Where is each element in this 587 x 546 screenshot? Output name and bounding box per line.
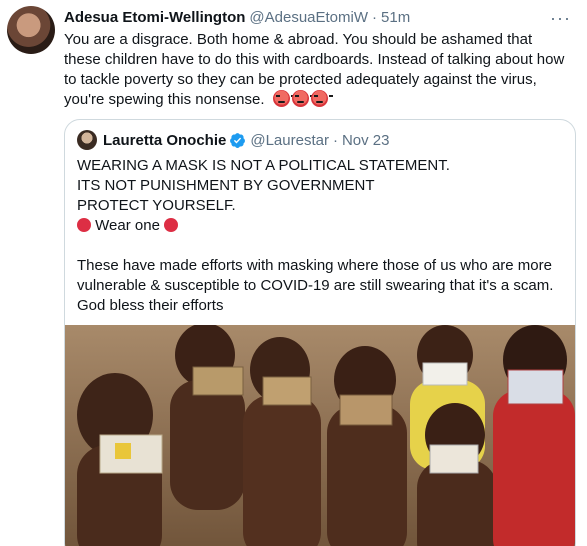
quoted-photo[interactable] bbox=[65, 325, 575, 546]
quoted-tweet-header: Lauretta Onochie @Laurestar · Nov 23 bbox=[65, 120, 575, 152]
author-name[interactable]: Adesua Etomi-Wellington bbox=[64, 9, 245, 26]
separator-dot: · bbox=[332, 131, 338, 149]
tweet-header: Adesua Etomi-Wellington @AdesuaEtomiW · … bbox=[64, 6, 587, 28]
quoted-tweet[interactable]: Lauretta Onochie @Laurestar · Nov 23 WEA… bbox=[64, 119, 576, 546]
tweet-text: You are a disgrace. Both home & abroad. … bbox=[64, 30, 569, 110]
quoted-tweet-text: WEARING A MASK IS NOT A POLITICAL STATEM… bbox=[65, 152, 575, 316]
tweet-timestamp[interactable]: 51m bbox=[381, 9, 410, 26]
red-circle-icon bbox=[164, 218, 179, 232]
quoted-author-name: Lauretta Onochie bbox=[103, 131, 227, 149]
angry-face-icon bbox=[310, 90, 333, 107]
more-options-icon[interactable]: ··· bbox=[550, 8, 571, 29]
quoted-line: WEARING A MASK IS NOT A POLITICAL STATEM… bbox=[77, 157, 450, 174]
wear-one-line: Wear one bbox=[77, 216, 563, 236]
red-circle-icon bbox=[77, 218, 91, 232]
tweet[interactable]: Adesua Etomi-Wellington @AdesuaEtomiW · … bbox=[0, 0, 587, 546]
quoted-line: PROTECT YOURSELF. bbox=[77, 197, 236, 214]
quoted-timestamp: Nov 23 bbox=[341, 131, 390, 149]
quoted-author-avatar bbox=[77, 130, 97, 150]
angry-face-icon bbox=[272, 90, 295, 107]
emoji-group bbox=[272, 90, 333, 107]
wear-one-text: Wear one bbox=[95, 217, 160, 234]
author-handle[interactable]: @AdesuaEtomiW bbox=[249, 9, 368, 26]
author-avatar[interactable] bbox=[7, 6, 55, 54]
quoted-author-handle: @Laurestar bbox=[250, 131, 329, 149]
angry-face-icon bbox=[291, 90, 314, 107]
verified-badge-icon bbox=[230, 132, 246, 148]
children-photo-illustration bbox=[65, 325, 575, 546]
tweet-body: Adesua Etomi-Wellington @AdesuaEtomiW · … bbox=[64, 6, 587, 546]
quoted-line: ITS NOT PUNISHMENT BY GOVERNMENT bbox=[77, 177, 375, 194]
separator-dot: · bbox=[372, 8, 378, 26]
quoted-paragraph: These have made efforts with masking whe… bbox=[77, 257, 554, 314]
